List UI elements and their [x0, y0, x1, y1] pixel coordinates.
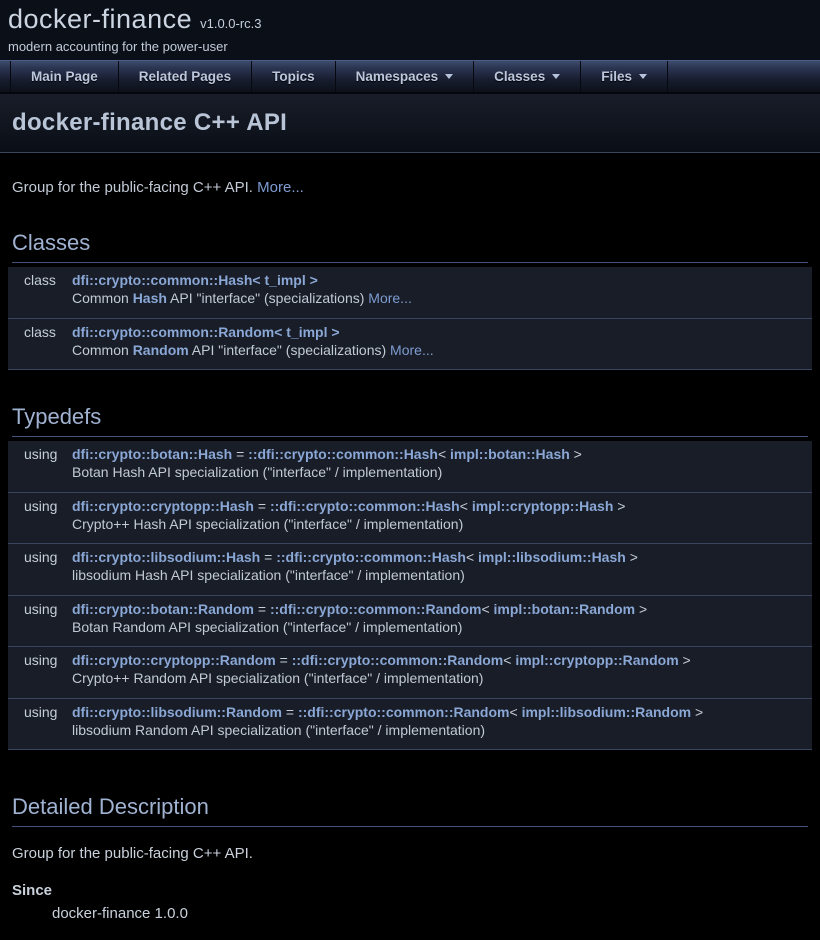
member-description: Botan Hash API specialization ("interfac… [72, 463, 812, 487]
table-row: Botan Hash API specialization ("interfac… [8, 463, 812, 487]
tab-namespaces[interactable]: Namespaces [335, 61, 474, 92]
table-row: Common Random API "interface" (specializ… [8, 341, 812, 365]
page-header: docker-finance C++ API [0, 94, 820, 153]
project-version: v1.0.0-rc.3 [200, 16, 261, 31]
common-type-link[interactable]: ::dfi::crypto::common::Random [298, 704, 510, 720]
tab-topics[interactable]: Topics [251, 61, 335, 92]
common-type-link[interactable]: ::dfi::crypto::common::Random [270, 601, 482, 617]
typedef-name-link[interactable]: dfi::crypto::botan::Random [72, 601, 254, 617]
tab-main-page[interactable]: Main Page [10, 61, 118, 92]
member-keyword: using [8, 492, 72, 515]
impl-type-link[interactable]: impl::botan::Random [494, 601, 636, 617]
detailed-description-heading: Detailed Description [12, 794, 808, 827]
table-row: libsodium Random API specialization ("in… [8, 721, 812, 745]
since-label: Since [12, 882, 808, 899]
table-row: class dfi::crypto::common::Hash< t_impl … [8, 267, 812, 289]
impl-type-link[interactable]: impl::libsodium::Hash [478, 549, 626, 565]
member-description: libsodium Hash API specialization ("inte… [72, 566, 812, 590]
typedef-name-link[interactable]: dfi::crypto::cryptopp::Random [72, 652, 276, 668]
typedefs-heading: Typedefs [12, 404, 808, 437]
tab-files[interactable]: Files [580, 61, 668, 92]
common-type-link[interactable]: ::dfi::crypto::common::Hash [276, 549, 466, 565]
table-row: using dfi::crypto::cryptopp::Random = ::… [8, 647, 812, 670]
typedefs-table: using dfi::crypto::botan::Hash = ::dfi::… [8, 441, 812, 750]
chevron-down-icon [639, 74, 647, 79]
common-type-link[interactable]: ::dfi::crypto::common::Hash [270, 498, 460, 514]
class-short-link[interactable]: Random [133, 342, 189, 358]
page-title: docker-finance C++ API [12, 109, 808, 137]
tab-related-pages[interactable]: Related Pages [118, 61, 251, 92]
chevron-down-icon [552, 74, 560, 79]
typedef-name-link[interactable]: dfi::crypto::cryptopp::Hash [72, 498, 254, 514]
project-brief: modern accounting for the power-user [8, 39, 808, 54]
member-keyword: using [8, 647, 72, 670]
table-row: Botan Random API specialization ("interf… [8, 618, 812, 642]
detailed-description-text: Group for the public-facing C++ API. [12, 845, 808, 862]
typedef-name-link[interactable]: dfi::crypto::botan::Hash [72, 446, 232, 462]
intro-text: Group for the public-facing C++ API. Mor… [12, 179, 808, 196]
table-row: using dfi::crypto::libsodium::Random = :… [8, 698, 812, 721]
table-row: using dfi::crypto::botan::Hash = ::dfi::… [8, 441, 812, 463]
common-type-link[interactable]: ::dfi::crypto::common::Hash [248, 446, 438, 462]
project-name: docker-finance [8, 4, 192, 35]
table-row: Crypto++ Hash API specialization ("inter… [8, 515, 812, 539]
impl-type-link[interactable]: impl::botan::Hash [450, 446, 570, 462]
table-row: using dfi::crypto::cryptopp::Hash = ::df… [8, 492, 812, 515]
row-separator [8, 365, 812, 370]
member-keyword: using [8, 698, 72, 721]
member-description: Crypto++ Random API specialization ("int… [72, 669, 812, 693]
row-separator [8, 745, 812, 750]
classes-heading: Classes [12, 230, 808, 263]
member-description: Common Hash API "interface" (specializat… [72, 289, 812, 313]
table-row: libsodium Hash API specialization ("inte… [8, 566, 812, 590]
member-keyword: class [8, 318, 72, 341]
impl-type-link[interactable]: impl::libsodium::Random [522, 704, 692, 720]
member-description: Botan Random API specialization ("interf… [72, 618, 812, 642]
member-description: Crypto++ Hash API specialization ("inter… [72, 515, 812, 539]
main-nav: Main Page Related Pages Topics Namespace… [0, 60, 820, 94]
tab-classes[interactable]: Classes [473, 61, 580, 92]
class-short-link[interactable]: Hash [133, 290, 167, 306]
typedef-name-link[interactable]: dfi::crypto::libsodium::Random [72, 704, 282, 720]
since-value: docker-finance 1.0.0 [52, 905, 808, 922]
typedef-name-link[interactable]: dfi::crypto::libsodium::Hash [72, 549, 260, 565]
common-type-link[interactable]: ::dfi::crypto::common::Random [292, 652, 504, 668]
member-keyword: using [8, 595, 72, 618]
class-name-link[interactable]: dfi::crypto::common::Random< t_impl > [72, 324, 340, 340]
table-row: using dfi::crypto::botan::Random = ::dfi… [8, 595, 812, 618]
impl-type-link[interactable]: impl::cryptopp::Random [515, 652, 678, 668]
table-row: class dfi::crypto::common::Random< t_imp… [8, 318, 812, 341]
table-row: Common Hash API "interface" (specializat… [8, 289, 812, 313]
classes-table: class dfi::crypto::common::Hash< t_impl … [8, 267, 812, 370]
since-block: Since docker-finance 1.0.0 [12, 882, 808, 922]
table-row: Crypto++ Random API specialization ("int… [8, 669, 812, 693]
impl-type-link[interactable]: impl::cryptopp::Hash [472, 498, 614, 514]
member-keyword: using [8, 441, 72, 463]
member-keyword: class [8, 267, 72, 289]
class-name-link[interactable]: dfi::crypto::common::Hash< t_impl > [72, 272, 318, 288]
more-link[interactable]: More... [368, 290, 412, 306]
member-description: Common Random API "interface" (specializ… [72, 341, 812, 365]
table-row: using dfi::crypto::libsodium::Hash = ::d… [8, 544, 812, 567]
chevron-down-icon [445, 74, 453, 79]
title-area: docker-finance v1.0.0-rc.3 modern accoun… [0, 0, 820, 60]
more-link[interactable]: More... [257, 179, 304, 196]
contents: Group for the public-facing C++ API. Mor… [0, 179, 820, 940]
member-keyword: using [8, 544, 72, 567]
more-link[interactable]: More... [390, 342, 434, 358]
member-description: libsodium Random API specialization ("in… [72, 721, 812, 745]
